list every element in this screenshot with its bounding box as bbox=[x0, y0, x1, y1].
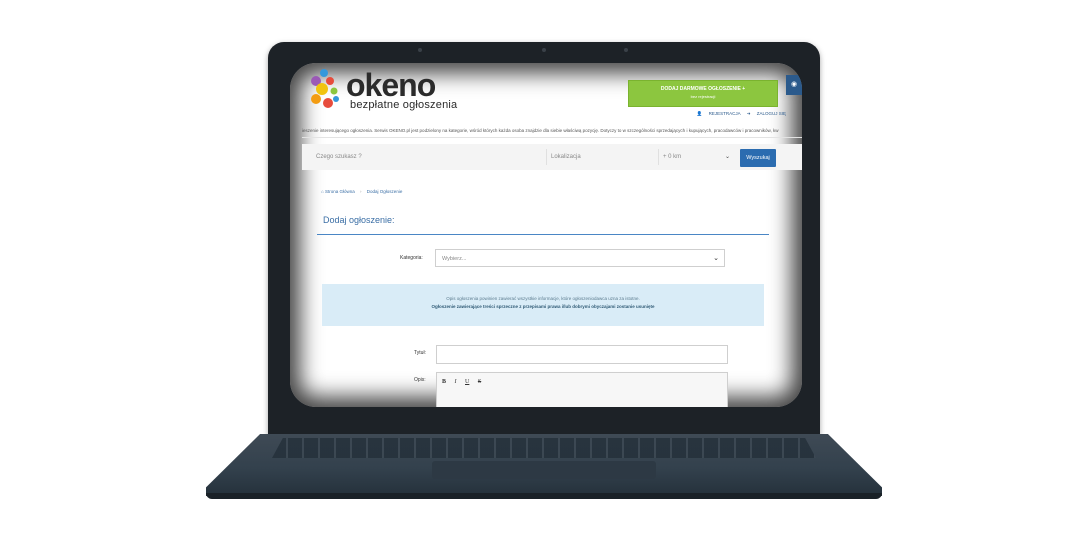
laptop-screen: okeno bezpłatne ogłoszenia DODAJ DARMOWE… bbox=[290, 63, 802, 407]
strikethrough-button[interactable]: S bbox=[478, 379, 481, 385]
heading-divider bbox=[317, 234, 769, 235]
home-icon: ⌂ bbox=[321, 189, 324, 194]
intro-text: ieszenie interesującego ogłoszenia. Serw… bbox=[302, 128, 779, 133]
title-input[interactable] bbox=[436, 345, 728, 364]
laptop-base-edge bbox=[206, 493, 882, 499]
page-title: Dodaj ogłoszenie: bbox=[323, 215, 395, 225]
touchpad bbox=[432, 461, 656, 479]
underline-button[interactable]: U bbox=[465, 379, 469, 385]
register-link[interactable]: 👤 REJESTRACJA bbox=[697, 111, 741, 116]
distance-value: + 0 km bbox=[663, 154, 682, 160]
chevron-down-icon: ⌄ bbox=[724, 154, 730, 160]
search-input[interactable]: Czego szukasz ? bbox=[310, 149, 530, 165]
breadcrumb-separator: › bbox=[360, 189, 362, 194]
editor-toolbar: B I U S bbox=[442, 379, 488, 385]
italic-button[interactable]: I bbox=[455, 379, 457, 385]
add-free-listing-button[interactable]: DODAJ DARMOWE OGŁOSZENIE + bez rejestrac… bbox=[628, 80, 778, 107]
lid-sensor-dot bbox=[624, 48, 628, 52]
login-link[interactable]: ➜ ZALOGUJ SIĘ bbox=[747, 111, 786, 116]
category-label: Kategoria: bbox=[400, 255, 423, 261]
keyboard bbox=[272, 438, 816, 458]
title-label: Tytuł: bbox=[414, 350, 426, 356]
bold-button[interactable]: B bbox=[442, 379, 446, 385]
location-input[interactable]: Lokalizacja bbox=[546, 149, 655, 165]
add-button-sublabel: bez rejestracji bbox=[690, 94, 716, 99]
logo-bubbles-icon bbox=[311, 69, 339, 108]
breadcrumb-current[interactable]: Dodaj Ogłoszenie bbox=[367, 189, 403, 194]
category-value: Wybierz... bbox=[442, 256, 467, 262]
website: okeno bezpłatne ogłoszenia DODAJ DARMOWE… bbox=[290, 63, 802, 407]
distance-select[interactable]: + 0 km ⌄ bbox=[658, 149, 734, 165]
info-warning: Ogłoszenie zawierające treści sprzeczne … bbox=[431, 304, 655, 309]
add-button-label: DODAJ DARMOWE OGŁOSZENIE + bbox=[660, 86, 746, 92]
info-text: Opis ogłoszenia powinien zawierać wszyst… bbox=[446, 296, 640, 301]
webcam-dot bbox=[542, 48, 546, 52]
logo-wordmark[interactable]: okeno bbox=[346, 67, 436, 103]
divider bbox=[302, 137, 802, 138]
logo-tagline: bezpłatne ogłoszenia bbox=[350, 99, 458, 111]
auth-links: 👤 REJESTRACJA ➜ ZALOGUJ SIĘ bbox=[692, 111, 786, 117]
description-label: Opis: bbox=[414, 377, 426, 383]
category-select[interactable]: Wybierz... ⌄ bbox=[435, 249, 725, 267]
info-notice: Opis ogłoszenia powinien zawierać wszyst… bbox=[322, 284, 764, 326]
lid-sensor-dot bbox=[418, 48, 422, 52]
description-editor[interactable] bbox=[436, 372, 728, 407]
breadcrumb: ⌂ Strona Główna › Dodaj Ogłoszenie bbox=[321, 189, 402, 194]
chevron-down-icon: ⌄ bbox=[713, 255, 719, 262]
register-link-label: REJESTRACJA bbox=[708, 111, 741, 116]
login-link-label: ZALOGUJ SIĘ bbox=[756, 111, 786, 116]
search-button[interactable]: Wyszukaj bbox=[740, 149, 776, 167]
breadcrumb-home[interactable]: Strona Główna bbox=[325, 189, 355, 194]
location-pin-icon[interactable]: ◉ bbox=[786, 75, 802, 95]
